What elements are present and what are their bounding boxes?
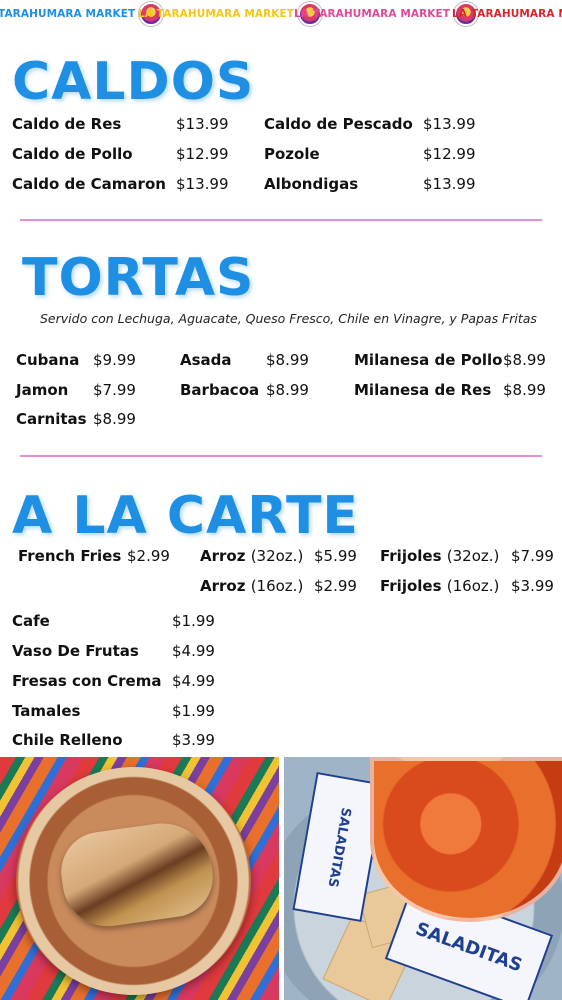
menu-item-name: Milanesa de Pollo	[354, 351, 503, 369]
menu-item-name: French Fries	[18, 547, 122, 565]
menu-item-price: $9.99	[93, 351, 136, 369]
menu-item-name: Arroz (32oz.)	[200, 547, 303, 565]
banner-text: TARAHUMARA MARKET	[0, 8, 136, 20]
menu-item-size: (16oz.)	[446, 577, 500, 595]
menu-item-price: $8.99	[93, 410, 136, 428]
menu-item-name: Pozole	[264, 145, 320, 163]
menu-item-name: Cubana	[16, 351, 80, 369]
menu-item-price: $5.99	[314, 547, 357, 565]
banner-text: LA TARAHUMARA MARKET	[138, 8, 295, 20]
section-title-caldos: CALDOS	[12, 52, 255, 112]
menu-item-price: $12.99	[423, 145, 476, 163]
menu-item-name: Frijoles (32oz.)	[380, 547, 499, 565]
menu-item-price: $8.99	[266, 381, 309, 399]
menu-item-label: Frijoles	[380, 577, 442, 595]
menu-item-size: (32oz.)	[250, 547, 304, 565]
shrimp-cocktail-image	[370, 757, 562, 922]
menu-item-price: $2.99	[127, 547, 170, 565]
section-title-a-la-carte: A LA CARTE	[12, 486, 359, 546]
banner-text: LA TARAHUMARA MARKET	[294, 8, 451, 20]
menu-item-name: Tamales	[12, 702, 81, 720]
tortas-subtitle: Servido con Lechuga, Aguacate, Queso Fre…	[40, 311, 537, 326]
coctel-photo: SALADITAS SALADITAS	[284, 757, 562, 1000]
menu-item-name: Asada	[180, 351, 232, 369]
menu-item-price: $7.99	[93, 381, 136, 399]
menu-item-price: $8.99	[266, 351, 309, 369]
menu-item-price: $13.99	[423, 115, 476, 133]
menu-item-size: (32oz.)	[446, 547, 500, 565]
menu-item-price: $1.99	[172, 702, 215, 720]
menu-item-name: Caldo de Pescado	[264, 115, 413, 133]
banner-text: LA TARAHUMARA MAR	[452, 8, 562, 20]
menu-item-name: Cafe	[12, 612, 50, 630]
banner-item: LA TARAHUMARA MAR	[452, 4, 562, 24]
section-divider	[20, 219, 542, 221]
menu-item-name: Milanesa de Res	[354, 381, 492, 399]
menu-item-price: $4.99	[172, 642, 215, 660]
menu-item-price: $7.99	[511, 547, 554, 565]
menu-item-price: $3.99	[172, 731, 215, 749]
menu-item-name: Caldo de Pollo	[12, 145, 133, 163]
menu-item-name: Arroz (16oz.)	[200, 577, 303, 595]
menu-item-price: $4.99	[172, 672, 215, 690]
menu-item-price: $13.99	[176, 175, 229, 193]
menu-item-name: Jamon	[16, 381, 69, 399]
menu-item-price: $2.99	[314, 577, 357, 595]
menu-item-label: Arroz	[200, 547, 246, 565]
menu-item-label: Frijoles	[380, 547, 442, 565]
menu-item-name: Caldo de Res	[12, 115, 122, 133]
menu-item-name: Albondigas	[264, 175, 359, 193]
menu-item-label: Arroz	[200, 577, 246, 595]
menu-item-name: Vaso De Frutas	[12, 642, 139, 660]
top-banner: TARAHUMARA MARKET LA TARAHUMARA MARKET L…	[0, 0, 562, 28]
menu-item-name: Barbacoa	[180, 381, 260, 399]
menu-item-name: Carnitas	[16, 410, 87, 428]
menu-item-price: $8.99	[503, 351, 546, 369]
menu-item-size: (16oz.)	[250, 577, 304, 595]
torta-photo	[0, 757, 279, 1000]
section-divider	[20, 455, 542, 457]
menu-item-price: $12.99	[176, 145, 229, 163]
section-title-tortas: TORTAS	[22, 248, 255, 308]
menu-item-name: Chile Relleno	[12, 731, 123, 749]
menu-item-price: $8.99	[503, 381, 546, 399]
menu-item-price: $1.99	[172, 612, 215, 630]
menu-item-price: $3.99	[511, 577, 554, 595]
menu-item-name: Fresas con Crema	[12, 672, 162, 690]
menu-item-name: Caldo de Camaron	[12, 175, 166, 193]
menu-item-name: Frijoles (16oz.)	[380, 577, 499, 595]
menu-item-price: $13.99	[176, 115, 229, 133]
menu-item-price: $13.99	[423, 175, 476, 193]
